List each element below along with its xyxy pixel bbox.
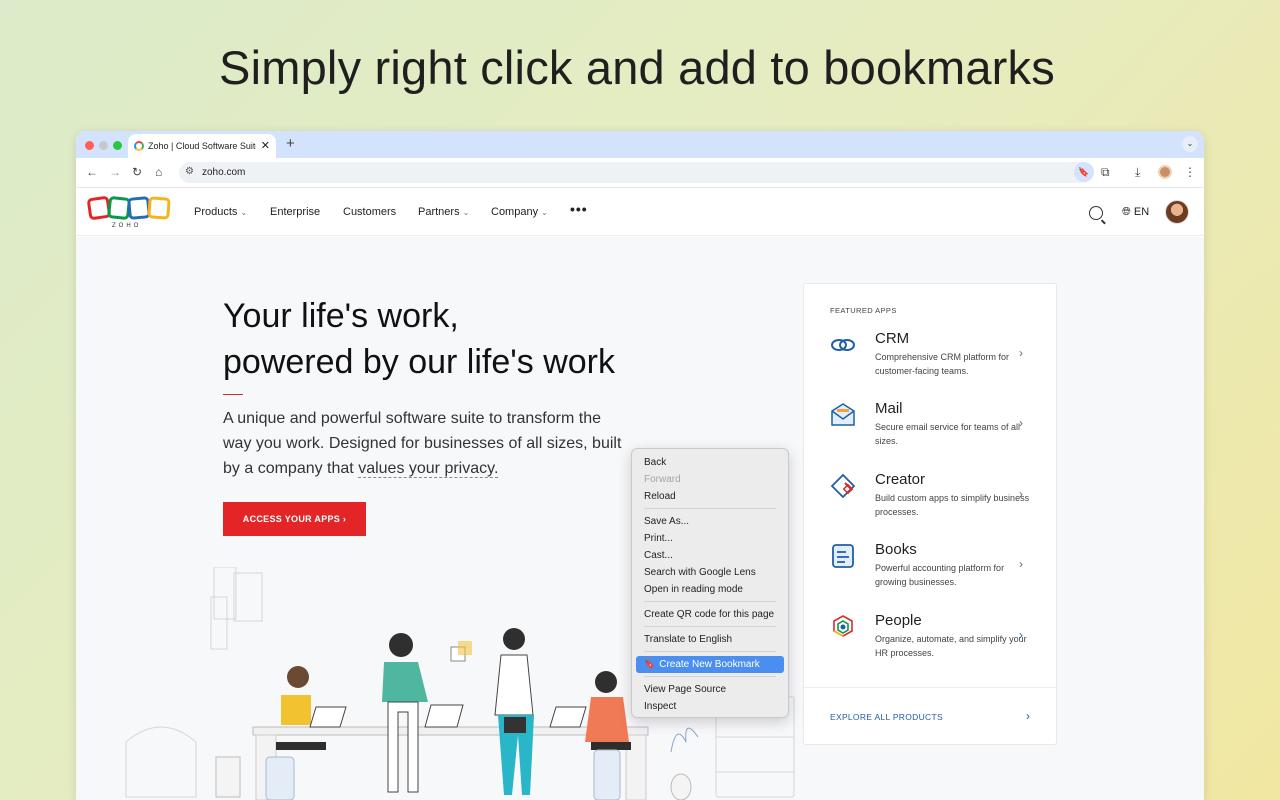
app-name: Books bbox=[875, 541, 917, 558]
nav-enterprise[interactable]: Enterprise bbox=[270, 206, 320, 218]
menu-item-save-as[interactable]: Save As... bbox=[636, 513, 784, 530]
app-desc: Powerful accounting platform for growing… bbox=[875, 563, 1005, 587]
menu-item-inspect[interactable]: Inspect bbox=[636, 698, 784, 715]
address-bar[interactable]: ⚙ zoho.com ☆ bbox=[179, 162, 1093, 183]
menu-item-translate[interactable]: Translate to English bbox=[636, 631, 784, 648]
nav-customers[interactable]: Customers bbox=[343, 206, 396, 218]
menu-item-view-source[interactable]: View Page Source bbox=[636, 681, 784, 698]
privacy-link[interactable]: values your privacy. bbox=[358, 460, 499, 478]
chevron-down-icon: ⌄ bbox=[541, 208, 548, 217]
menu-separator bbox=[644, 508, 776, 509]
menu-item-google-lens[interactable]: Search with Google Lens bbox=[636, 564, 784, 581]
menu-item-reading-mode[interactable]: Open in reading mode bbox=[636, 581, 784, 598]
chevron-right-icon: › bbox=[1019, 628, 1023, 642]
app-mail[interactable]: Mail Secure email service for teams of a… bbox=[804, 400, 1058, 470]
card-divider bbox=[804, 687, 1056, 688]
menu-item-qr-code[interactable]: Create QR code for this page bbox=[636, 606, 784, 623]
app-name: Creator bbox=[875, 471, 926, 488]
featured-apps-card: FEATURED APPS CRM Comprehensive CRM plat… bbox=[803, 283, 1057, 745]
zoho-favicon-icon bbox=[134, 141, 144, 151]
access-apps-button[interactable]: ACCESS YOUR APPS › bbox=[223, 502, 366, 536]
app-name: Mail bbox=[875, 400, 903, 417]
site-settings-icon[interactable]: ⚙ bbox=[185, 166, 194, 177]
bookmark-icon: 🔖 bbox=[644, 659, 656, 669]
app-creator[interactable]: Creator Build custom apps to simplify bu… bbox=[804, 471, 1058, 541]
menu-item-back[interactable]: Back bbox=[636, 454, 784, 471]
mail-icon bbox=[831, 403, 855, 426]
back-arrow-icon[interactable]: ← bbox=[86, 165, 98, 179]
new-tab-button[interactable]: + bbox=[286, 135, 295, 152]
books-icon bbox=[832, 544, 854, 568]
menu-separator bbox=[644, 676, 776, 677]
featured-apps-heading: FEATURED APPS bbox=[830, 306, 897, 315]
app-desc: Build custom apps to simplify business p… bbox=[875, 493, 1030, 517]
context-menu: Back Forward Reload Save As... Print... … bbox=[631, 448, 789, 718]
crm-icon bbox=[831, 339, 855, 351]
extensions-puzzle-icon[interactable]: ⧉ bbox=[1101, 165, 1110, 180]
menu-separator bbox=[644, 626, 776, 627]
app-crm[interactable]: CRM Comprehensive CRM platform for custo… bbox=[804, 330, 1058, 400]
minimize-window-dot[interactable] bbox=[99, 141, 108, 150]
explore-all-products-link[interactable]: EXPLORE ALL PRODUCTS bbox=[830, 712, 943, 722]
logo-wordmark: ZOHO bbox=[112, 223, 142, 229]
menu-item-cast[interactable]: Cast... bbox=[636, 547, 784, 564]
menu-separator bbox=[644, 651, 776, 652]
menu-item-create-bookmark[interactable]: 🔖 Create New Bookmark bbox=[636, 656, 784, 673]
app-name: CRM bbox=[875, 330, 910, 347]
menu-item-forward: Forward bbox=[644, 474, 681, 485]
tab-search-chevron-icon[interactable]: ⌄ bbox=[1182, 136, 1198, 152]
site-nav: ZOHO Products ⌄ Enterprise Customers Part… bbox=[76, 188, 1204, 236]
tab-close-icon[interactable]: ✕ bbox=[261, 139, 270, 152]
app-books[interactable]: Books Powerful accounting platform for g… bbox=[804, 541, 1058, 611]
nav-products[interactable]: Products ⌄ bbox=[194, 206, 247, 218]
close-window-dot[interactable] bbox=[85, 141, 94, 150]
reload-icon[interactable]: ↻ bbox=[132, 165, 142, 179]
hero-description: A unique and powerful software suite to … bbox=[223, 410, 622, 478]
menu-item-print[interactable]: Print... bbox=[636, 530, 784, 547]
bookmark-extension-icon[interactable]: 🔖 bbox=[1074, 162, 1094, 182]
globe-icon: 🌐︎ bbox=[1122, 206, 1131, 218]
hero-divider bbox=[223, 394, 243, 395]
app-desc: Comprehensive CRM platform for customer-… bbox=[875, 352, 1010, 376]
chevron-right-icon: › bbox=[1019, 557, 1023, 571]
tab-strip: Zoho | Cloud Software Suite f ✕ + ⌄ bbox=[76, 131, 1204, 158]
zoho-logo[interactable]: ZOHO bbox=[86, 195, 172, 231]
home-icon[interactable]: ⌂ bbox=[155, 165, 162, 179]
browser-toolbar: ← → ↻ ⌂ ⚙ zoho.com ☆ 🔖 ⧉ ⤓ ⋮ bbox=[76, 158, 1204, 188]
search-icon[interactable] bbox=[1089, 206, 1103, 220]
maximize-window-dot[interactable] bbox=[113, 141, 122, 150]
forward-arrow-icon[interactable]: → bbox=[109, 165, 121, 179]
nav-more-icon[interactable]: ••• bbox=[570, 201, 588, 217]
language-selector[interactable]: 🌐︎ EN bbox=[1122, 206, 1149, 219]
app-desc: Organize, automate, and simplify your HR… bbox=[875, 634, 1027, 658]
menu-separator bbox=[644, 601, 776, 602]
app-desc: Secure email service for teams of all si… bbox=[875, 422, 1021, 446]
hero-title: Your life's work, powered by our life's … bbox=[223, 297, 615, 381]
chevron-down-icon: ⌄ bbox=[462, 208, 470, 217]
download-icon[interactable]: ⤓ bbox=[1135, 165, 1140, 180]
nav-partners[interactable]: Partners ⌄ bbox=[418, 206, 469, 218]
chevron-down-icon: ⌄ bbox=[240, 208, 248, 217]
tab-zoho[interactable]: Zoho | Cloud Software Suite f ✕ bbox=[128, 134, 276, 158]
app-name: People bbox=[875, 612, 922, 629]
chevron-right-icon[interactable]: › bbox=[1026, 709, 1030, 723]
address-url: zoho.com bbox=[202, 167, 246, 178]
chevron-right-icon: › bbox=[1019, 346, 1023, 360]
people-icon bbox=[833, 615, 853, 637]
page-content: Your life's work, powered by our life's … bbox=[76, 237, 1204, 800]
user-avatar[interactable] bbox=[1165, 200, 1189, 224]
browser-menu-icon[interactable]: ⋮ bbox=[1184, 165, 1196, 179]
creator-icon bbox=[830, 473, 856, 499]
chevron-right-icon: › bbox=[1019, 416, 1023, 430]
chevron-right-icon: › bbox=[1019, 487, 1023, 501]
tab-title: Zoho | Cloud Software Suite f bbox=[148, 141, 256, 151]
app-people[interactable]: People Organize, automate, and simplify … bbox=[804, 612, 1058, 682]
browser-window: Zoho | Cloud Software Suite f ✕ + ⌄ ← → … bbox=[76, 131, 1204, 800]
nav-company[interactable]: Company ⌄ bbox=[491, 206, 548, 218]
menu-item-reload[interactable]: Reload bbox=[636, 488, 784, 505]
headline: Simply right click and add to bookmarks bbox=[219, 41, 1055, 94]
profile-avatar[interactable] bbox=[1158, 165, 1172, 179]
